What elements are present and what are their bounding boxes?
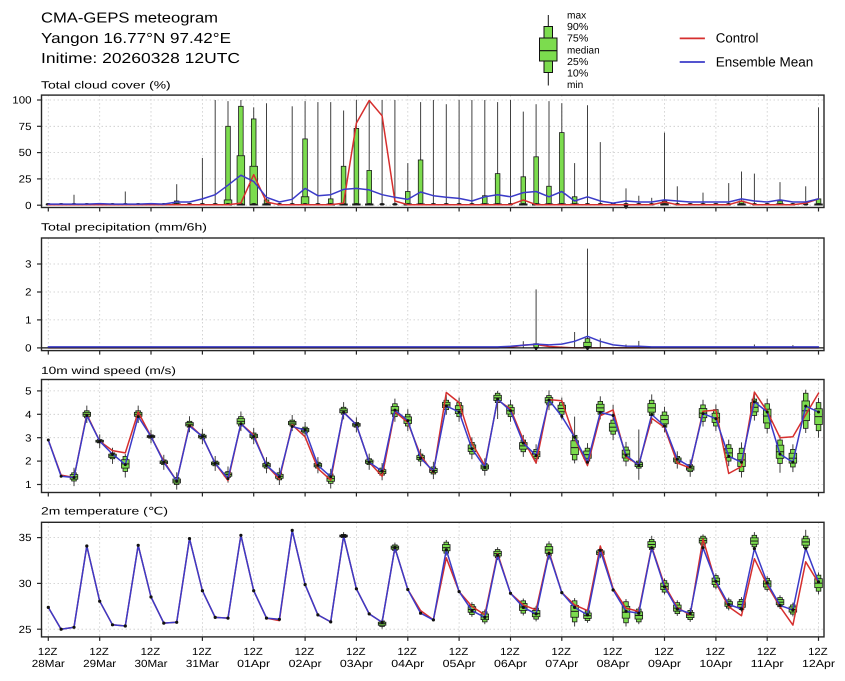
svg-text:Yangon 16.77°N 97.42°E: Yangon 16.77°N 97.42°E xyxy=(41,31,231,47)
svg-text:12Z: 12Z xyxy=(551,647,571,658)
svg-text:12Z: 12Z xyxy=(705,647,725,658)
svg-text:1: 1 xyxy=(25,316,32,327)
svg-text:12Z: 12Z xyxy=(500,647,520,658)
svg-text:08Apr: 08Apr xyxy=(597,659,631,670)
svg-text:10m wind speed (m/s): 10m wind speed (m/s) xyxy=(41,365,176,377)
svg-text:25: 25 xyxy=(19,625,32,636)
svg-text:12Apr: 12Apr xyxy=(802,659,836,670)
svg-text:50: 50 xyxy=(19,148,32,159)
svg-text:07Apr: 07Apr xyxy=(545,659,579,670)
svg-text:75: 75 xyxy=(19,122,32,133)
svg-text:12Z: 12Z xyxy=(397,647,417,658)
svg-text:10Apr: 10Apr xyxy=(699,659,733,670)
svg-text:median: median xyxy=(567,46,600,57)
svg-text:CMA-GEPS meteogram: CMA-GEPS meteogram xyxy=(41,10,218,26)
svg-text:12Z: 12Z xyxy=(449,647,469,658)
svg-text:Total precipitation (mm/6h): Total precipitation (mm/6h) xyxy=(41,222,207,234)
svg-text:Total cloud cover (%): Total cloud cover (%) xyxy=(41,80,171,92)
svg-text:0: 0 xyxy=(25,344,32,355)
svg-text:12Z: 12Z xyxy=(38,647,58,658)
svg-text:4: 4 xyxy=(25,410,32,421)
svg-text:31Mar: 31Mar xyxy=(186,659,220,670)
svg-text:12Z: 12Z xyxy=(141,647,161,658)
svg-text:25: 25 xyxy=(19,175,32,186)
svg-text:max: max xyxy=(567,11,586,22)
svg-text:02Apr: 02Apr xyxy=(289,659,323,670)
svg-text:30: 30 xyxy=(19,579,32,590)
svg-text:90%: 90% xyxy=(567,22,588,33)
svg-text:3: 3 xyxy=(25,433,32,444)
svg-text:100: 100 xyxy=(12,96,31,107)
svg-text:12Z: 12Z xyxy=(89,647,109,658)
svg-text:30Mar: 30Mar xyxy=(135,659,169,670)
svg-text:29Mar: 29Mar xyxy=(83,659,117,670)
svg-text:0: 0 xyxy=(25,201,32,212)
svg-text:01Apr: 01Apr xyxy=(237,659,271,670)
svg-text:28Mar: 28Mar xyxy=(32,659,66,670)
svg-text:1: 1 xyxy=(25,480,32,491)
svg-text:2m temperature (℃): 2m temperature (℃) xyxy=(41,506,168,518)
svg-text:04Apr: 04Apr xyxy=(391,659,425,670)
svg-text:75%: 75% xyxy=(567,34,588,45)
svg-text:12Z: 12Z xyxy=(757,647,777,658)
svg-text:12Z: 12Z xyxy=(295,647,315,658)
svg-text:5: 5 xyxy=(25,387,32,398)
svg-text:12Z: 12Z xyxy=(654,647,674,658)
svg-text:12Z: 12Z xyxy=(603,647,623,658)
svg-text:Initime: 20260328 12UTC: Initime: 20260328 12UTC xyxy=(41,51,240,67)
svg-text:12Z: 12Z xyxy=(192,647,212,658)
svg-text:12Z: 12Z xyxy=(808,647,828,658)
svg-text:09Apr: 09Apr xyxy=(648,659,682,670)
svg-text:min: min xyxy=(567,80,583,91)
svg-text:35: 35 xyxy=(19,533,32,544)
svg-text:12Z: 12Z xyxy=(346,647,366,658)
svg-text:12Z: 12Z xyxy=(243,647,263,658)
svg-text:25%: 25% xyxy=(567,57,588,68)
svg-text:10%: 10% xyxy=(567,69,588,80)
svg-text:2: 2 xyxy=(25,457,32,468)
svg-text:06Apr: 06Apr xyxy=(494,659,528,670)
svg-text:3: 3 xyxy=(25,260,32,271)
svg-text:2: 2 xyxy=(25,288,32,299)
svg-text:11Apr: 11Apr xyxy=(751,659,785,670)
svg-text:03Apr: 03Apr xyxy=(340,659,374,670)
svg-text:05Apr: 05Apr xyxy=(443,659,477,670)
svg-text:Ensemble Mean: Ensemble Mean xyxy=(716,54,813,69)
svg-text:Control: Control xyxy=(716,31,759,46)
